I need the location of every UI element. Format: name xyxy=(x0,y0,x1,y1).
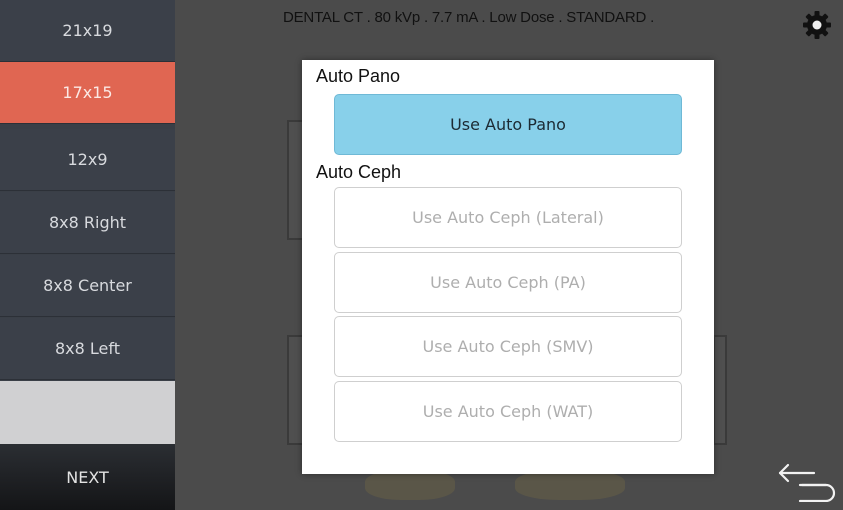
back-arrow-icon[interactable] xyxy=(776,462,836,503)
sidebar-item-label: 21x19 xyxy=(62,21,113,40)
sidebar: 21x19 17x15 12x9 8x8 Right 8x8 Center 8x… xyxy=(0,0,175,510)
option-label: Use Auto Ceph (Lateral) xyxy=(412,208,604,227)
scan-settings-status: DENTAL CT . 80 kVp . 7.7 mA . Low Dose .… xyxy=(283,9,655,26)
auto-mode-dialog: Auto Pano Use Auto Pano Auto Ceph Use Au… xyxy=(302,60,714,474)
background-image-fragment xyxy=(365,470,455,500)
use-auto-ceph-smv-button[interactable]: Use Auto Ceph (SMV) xyxy=(334,316,682,377)
sidebar-item-label: 8x8 Right xyxy=(48,213,127,232)
option-label: Use Auto Ceph (SMV) xyxy=(422,337,594,356)
sidebar-item-label: 8x8 Left xyxy=(54,339,120,358)
sidebar-item-8x8-center[interactable]: 8x8 Center xyxy=(0,255,175,317)
option-label: Use Auto Ceph (PA) xyxy=(430,273,586,292)
sidebar-item-17x15[interactable]: 17x15 xyxy=(0,62,175,124)
auto-ceph-title: Auto Ceph xyxy=(316,162,402,182)
use-auto-ceph-wat-button[interactable]: Use Auto Ceph (WAT) xyxy=(334,381,682,442)
sidebar-item-12x9[interactable]: 12x9 xyxy=(0,129,175,191)
gear-icon[interactable] xyxy=(802,10,832,40)
use-auto-ceph-pa-button[interactable]: Use Auto Ceph (PA) xyxy=(334,252,682,313)
use-auto-pano-button[interactable]: Use Auto Pano xyxy=(334,94,682,155)
sidebar-item-label: 8x8 Center xyxy=(43,276,132,295)
sidebar-item-21x19[interactable]: 21x19 xyxy=(0,0,175,62)
auto-pano-title: Auto Pano xyxy=(316,66,401,86)
next-button-label: NEXT xyxy=(66,467,109,487)
background-image-fragment xyxy=(515,470,625,500)
status-bar: DENTAL CT . 80 kVp . 7.7 mA . Low Dose .… xyxy=(175,0,843,40)
option-label: Use Auto Ceph (WAT) xyxy=(422,402,594,421)
sidebar-empty-slot xyxy=(0,381,175,444)
use-auto-pano-label: Use Auto Pano xyxy=(450,115,566,134)
sidebar-item-8x8-right[interactable]: 8x8 Right xyxy=(0,192,175,254)
use-auto-ceph-lateral-button[interactable]: Use Auto Ceph (Lateral) xyxy=(334,187,682,248)
sidebar-item-label: 17x15 xyxy=(62,83,113,102)
sidebar-item-8x8-left[interactable]: 8x8 Left xyxy=(0,318,175,380)
next-button[interactable]: NEXT xyxy=(0,444,175,510)
background-frame xyxy=(713,335,727,445)
sidebar-item-label: 12x9 xyxy=(67,150,108,169)
